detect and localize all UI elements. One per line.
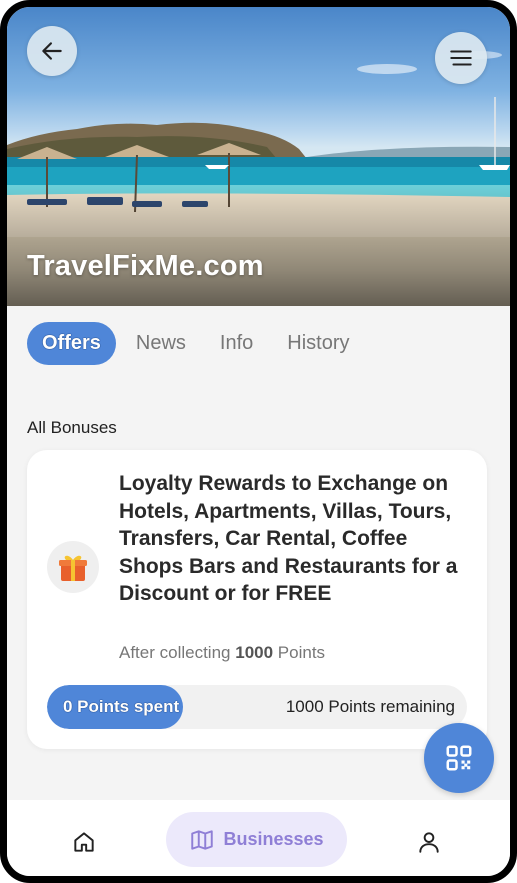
bottom-navigation: Businesses <box>7 800 510 876</box>
back-button[interactable] <box>27 26 77 76</box>
nav-businesses[interactable]: Businesses <box>166 812 347 867</box>
qr-code-button[interactable] <box>424 723 494 793</box>
home-icon <box>74 832 94 852</box>
nav-profile[interactable] <box>414 827 444 857</box>
gift-icon <box>47 541 99 593</box>
arrow-left-icon <box>42 42 62 60</box>
requirement-points: 1000 <box>235 643 274 662</box>
tab-history[interactable]: History <box>287 332 349 355</box>
hero-banner: TravelFixMe.com <box>7 7 510 306</box>
hamburger-menu-icon <box>450 50 472 66</box>
map-icon <box>191 829 214 850</box>
section-label: All Bonuses <box>27 418 117 437</box>
requirement-suffix: Points <box>277 643 326 662</box>
menu-button[interactable] <box>435 32 487 84</box>
tab-bar: Offers News Info History <box>27 321 384 365</box>
phone-frame: TravelFixMe.com Offers News Info History… <box>0 0 517 883</box>
offer-card[interactable]: Loyalty Rewards to Exchange on Hotels, A… <box>27 450 487 749</box>
offer-title: Loyalty Rewards to Exchange on Hotels, A… <box>119 472 458 606</box>
hero-shade <box>7 186 510 306</box>
tab-news[interactable]: News <box>136 332 186 355</box>
points-remaining: 1000 Points remaining <box>285 697 455 716</box>
nav-businesses-label: Businesses <box>223 829 324 849</box>
page-title: TravelFixMe.com <box>27 250 264 282</box>
qr-code-icon <box>446 745 472 771</box>
tab-info[interactable]: Info <box>220 332 253 355</box>
tab-offers[interactable]: Offers <box>27 321 116 365</box>
offer-requirement: After collecting 1000 Points <box>119 643 325 663</box>
points-spent: 0 Points spent <box>63 697 180 716</box>
points-progress-bar: 0 Points spent 1000 Points remaining <box>47 685 467 729</box>
requirement-prefix: After collecting <box>119 643 231 662</box>
nav-home[interactable] <box>69 827 99 857</box>
user-icon <box>419 832 439 853</box>
